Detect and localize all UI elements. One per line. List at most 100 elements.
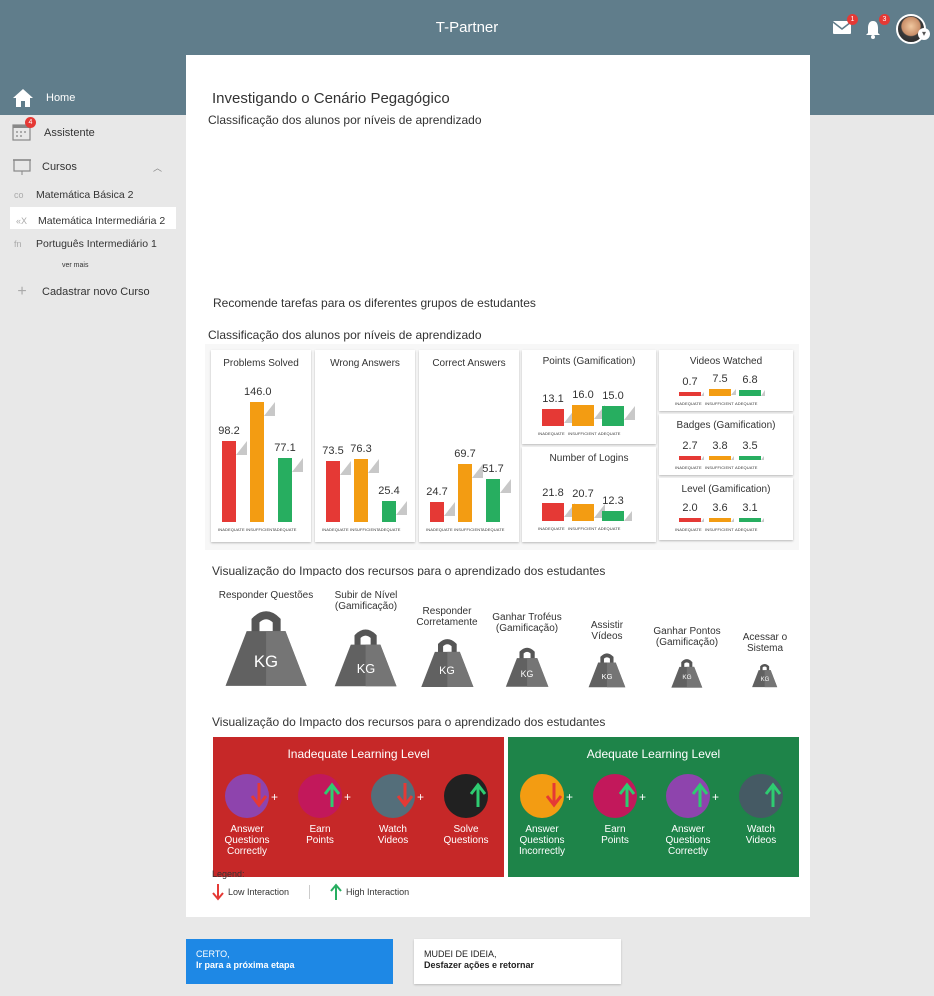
bar-shadow (500, 479, 511, 494)
bar-value-label: 73.5 (322, 445, 344, 458)
weight-icon (505, 647, 549, 687)
course-item[interactable]: co Matemática Básica 2 (14, 189, 133, 201)
section-heading: Visualização do Impacto dos recursos par… (212, 715, 606, 729)
bar-value-label: 25.4 (378, 485, 400, 498)
chart-bar (542, 408, 564, 426)
bar-shadow (731, 389, 736, 396)
plus-icon: + (639, 790, 647, 804)
chart-bar (709, 518, 731, 522)
chart-title: Correct Answers (432, 358, 506, 369)
add-course-button[interactable]: + Cadastrar novo Curso (12, 283, 149, 301)
bar-shadow (396, 501, 407, 516)
panel-title: Adequate Learning Level (586, 747, 721, 761)
axis-tick-label: ADEQUATE (735, 527, 758, 532)
weight-unit: KG (760, 676, 770, 683)
see-more-link[interactable]: ver mais (62, 262, 88, 269)
axis-tick-label: INADEQUATE (538, 526, 565, 531)
bar-shadow (340, 461, 351, 476)
sidebar-item-label: Cursos (42, 161, 77, 173)
axis-tick-label: ADEQUATE (735, 465, 758, 470)
notifications-badge: 3 (879, 14, 890, 25)
bar-value-label: 3.1 (742, 502, 758, 514)
weight-label: Acessar o Sistema (742, 632, 788, 654)
sidebar-item-home[interactable]: Home (12, 88, 75, 108)
weight-unit: KG (682, 674, 692, 682)
weight-unit: KG (439, 664, 455, 677)
weight-unit: KG (253, 652, 279, 672)
axis-tick-label: INSUFFICIENT (705, 465, 734, 470)
weight-unit: KG (520, 669, 534, 680)
bar-value-label: 2.7 (682, 440, 698, 452)
plus-icon: + (344, 790, 352, 804)
plus-icon: + (271, 790, 279, 804)
confirm-line1: CERTO, (196, 949, 230, 959)
chart-bar (709, 389, 731, 396)
bar-shadow (761, 518, 764, 522)
chart-title: Badges (Gamification) (676, 420, 776, 431)
sidebar-item-courses[interactable]: Cursos ︿ (12, 157, 162, 177)
bar-shadow (731, 456, 734, 460)
arrow-down-icon (546, 783, 562, 808)
chart-bar (572, 503, 594, 521)
bar-value-label: 15.0 (602, 390, 624, 402)
arrow-down-icon (251, 783, 267, 808)
assistant-badge: 4 (25, 117, 36, 128)
arrow-down-icon (212, 884, 224, 901)
chart-bar (602, 406, 624, 426)
weight-icon (225, 611, 307, 687)
section-heading: Classificação dos alunos por níveis de a… (208, 328, 482, 342)
bar-value-label: 21.8 (542, 486, 564, 499)
arrow-up-icon (324, 782, 340, 807)
bar-value-label: 12.3 (602, 494, 624, 507)
chart-bar (709, 456, 731, 460)
course-item-active[interactable]: «X Matemática Intermediária 2 (10, 207, 176, 229)
legend-title: Legend: (212, 869, 245, 879)
course-icon: co (14, 190, 24, 200)
chart-bar (382, 501, 396, 522)
chart-bar (354, 459, 368, 522)
chart-bar (739, 456, 761, 460)
user-avatar[interactable]: ▾ (896, 14, 930, 44)
resource-label: Earn Points (306, 824, 334, 846)
arrow-up-icon (470, 782, 486, 807)
course-item[interactable]: fn Português Intermediário 1 (14, 238, 157, 250)
bar-shadow (701, 518, 704, 522)
bar-shadow (701, 456, 704, 460)
chart-bar (430, 501, 444, 522)
axis-tick-label: ADEQUATE (274, 527, 297, 532)
chart-title: Videos Watched (689, 356, 763, 367)
chart-bar (486, 479, 500, 522)
bar-value-label: 146.0 (244, 385, 272, 398)
sidebar-item-label: Assistente (44, 127, 95, 139)
sidebar-item-assistant[interactable]: 4 Assistente (12, 117, 95, 143)
chart-title: Number of Logins (549, 453, 629, 464)
undo-button[interactable]: MUDEI DE IDEIA, Desfazer ações e retorna… (414, 939, 621, 984)
axis-tick-label: INSUFFICIENT (705, 527, 734, 532)
bar-value-label: 6.8 (742, 373, 758, 386)
bar-value-label: 3.8 (712, 440, 728, 452)
chart-bar (572, 404, 594, 426)
chart-title: Problems Solved (223, 358, 299, 369)
panel-title: Inadequate Learning Level (287, 747, 430, 761)
bar-shadow (731, 518, 734, 522)
arrow-down-icon (397, 783, 413, 808)
weight-icon (420, 638, 474, 687)
mail-button[interactable]: 1 (832, 14, 858, 39)
chart-bar (679, 518, 701, 522)
chart-bar (222, 440, 236, 522)
bar-value-label: 0.7 (682, 376, 698, 388)
bar-shadow (444, 501, 455, 516)
confirm-button[interactable]: CERTO, Ir para a próxima etapa (186, 939, 393, 984)
chart-bar (679, 392, 701, 396)
chart-bar (739, 518, 761, 522)
chart-bar (679, 456, 701, 460)
weight-icon (335, 629, 397, 687)
bar-shadow (236, 440, 247, 455)
chart-title: Wrong Answers (330, 358, 400, 369)
section-heading: Recomende tarefas para os diferentes gru… (213, 296, 536, 310)
undo-line1: MUDEI DE IDEIA, (424, 949, 497, 959)
axis-tick-label: ADEQUATE (735, 401, 758, 406)
notifications-button[interactable]: 3 (864, 14, 890, 39)
home-icon (13, 89, 33, 107)
resource-label: Watch Videos (377, 824, 409, 846)
